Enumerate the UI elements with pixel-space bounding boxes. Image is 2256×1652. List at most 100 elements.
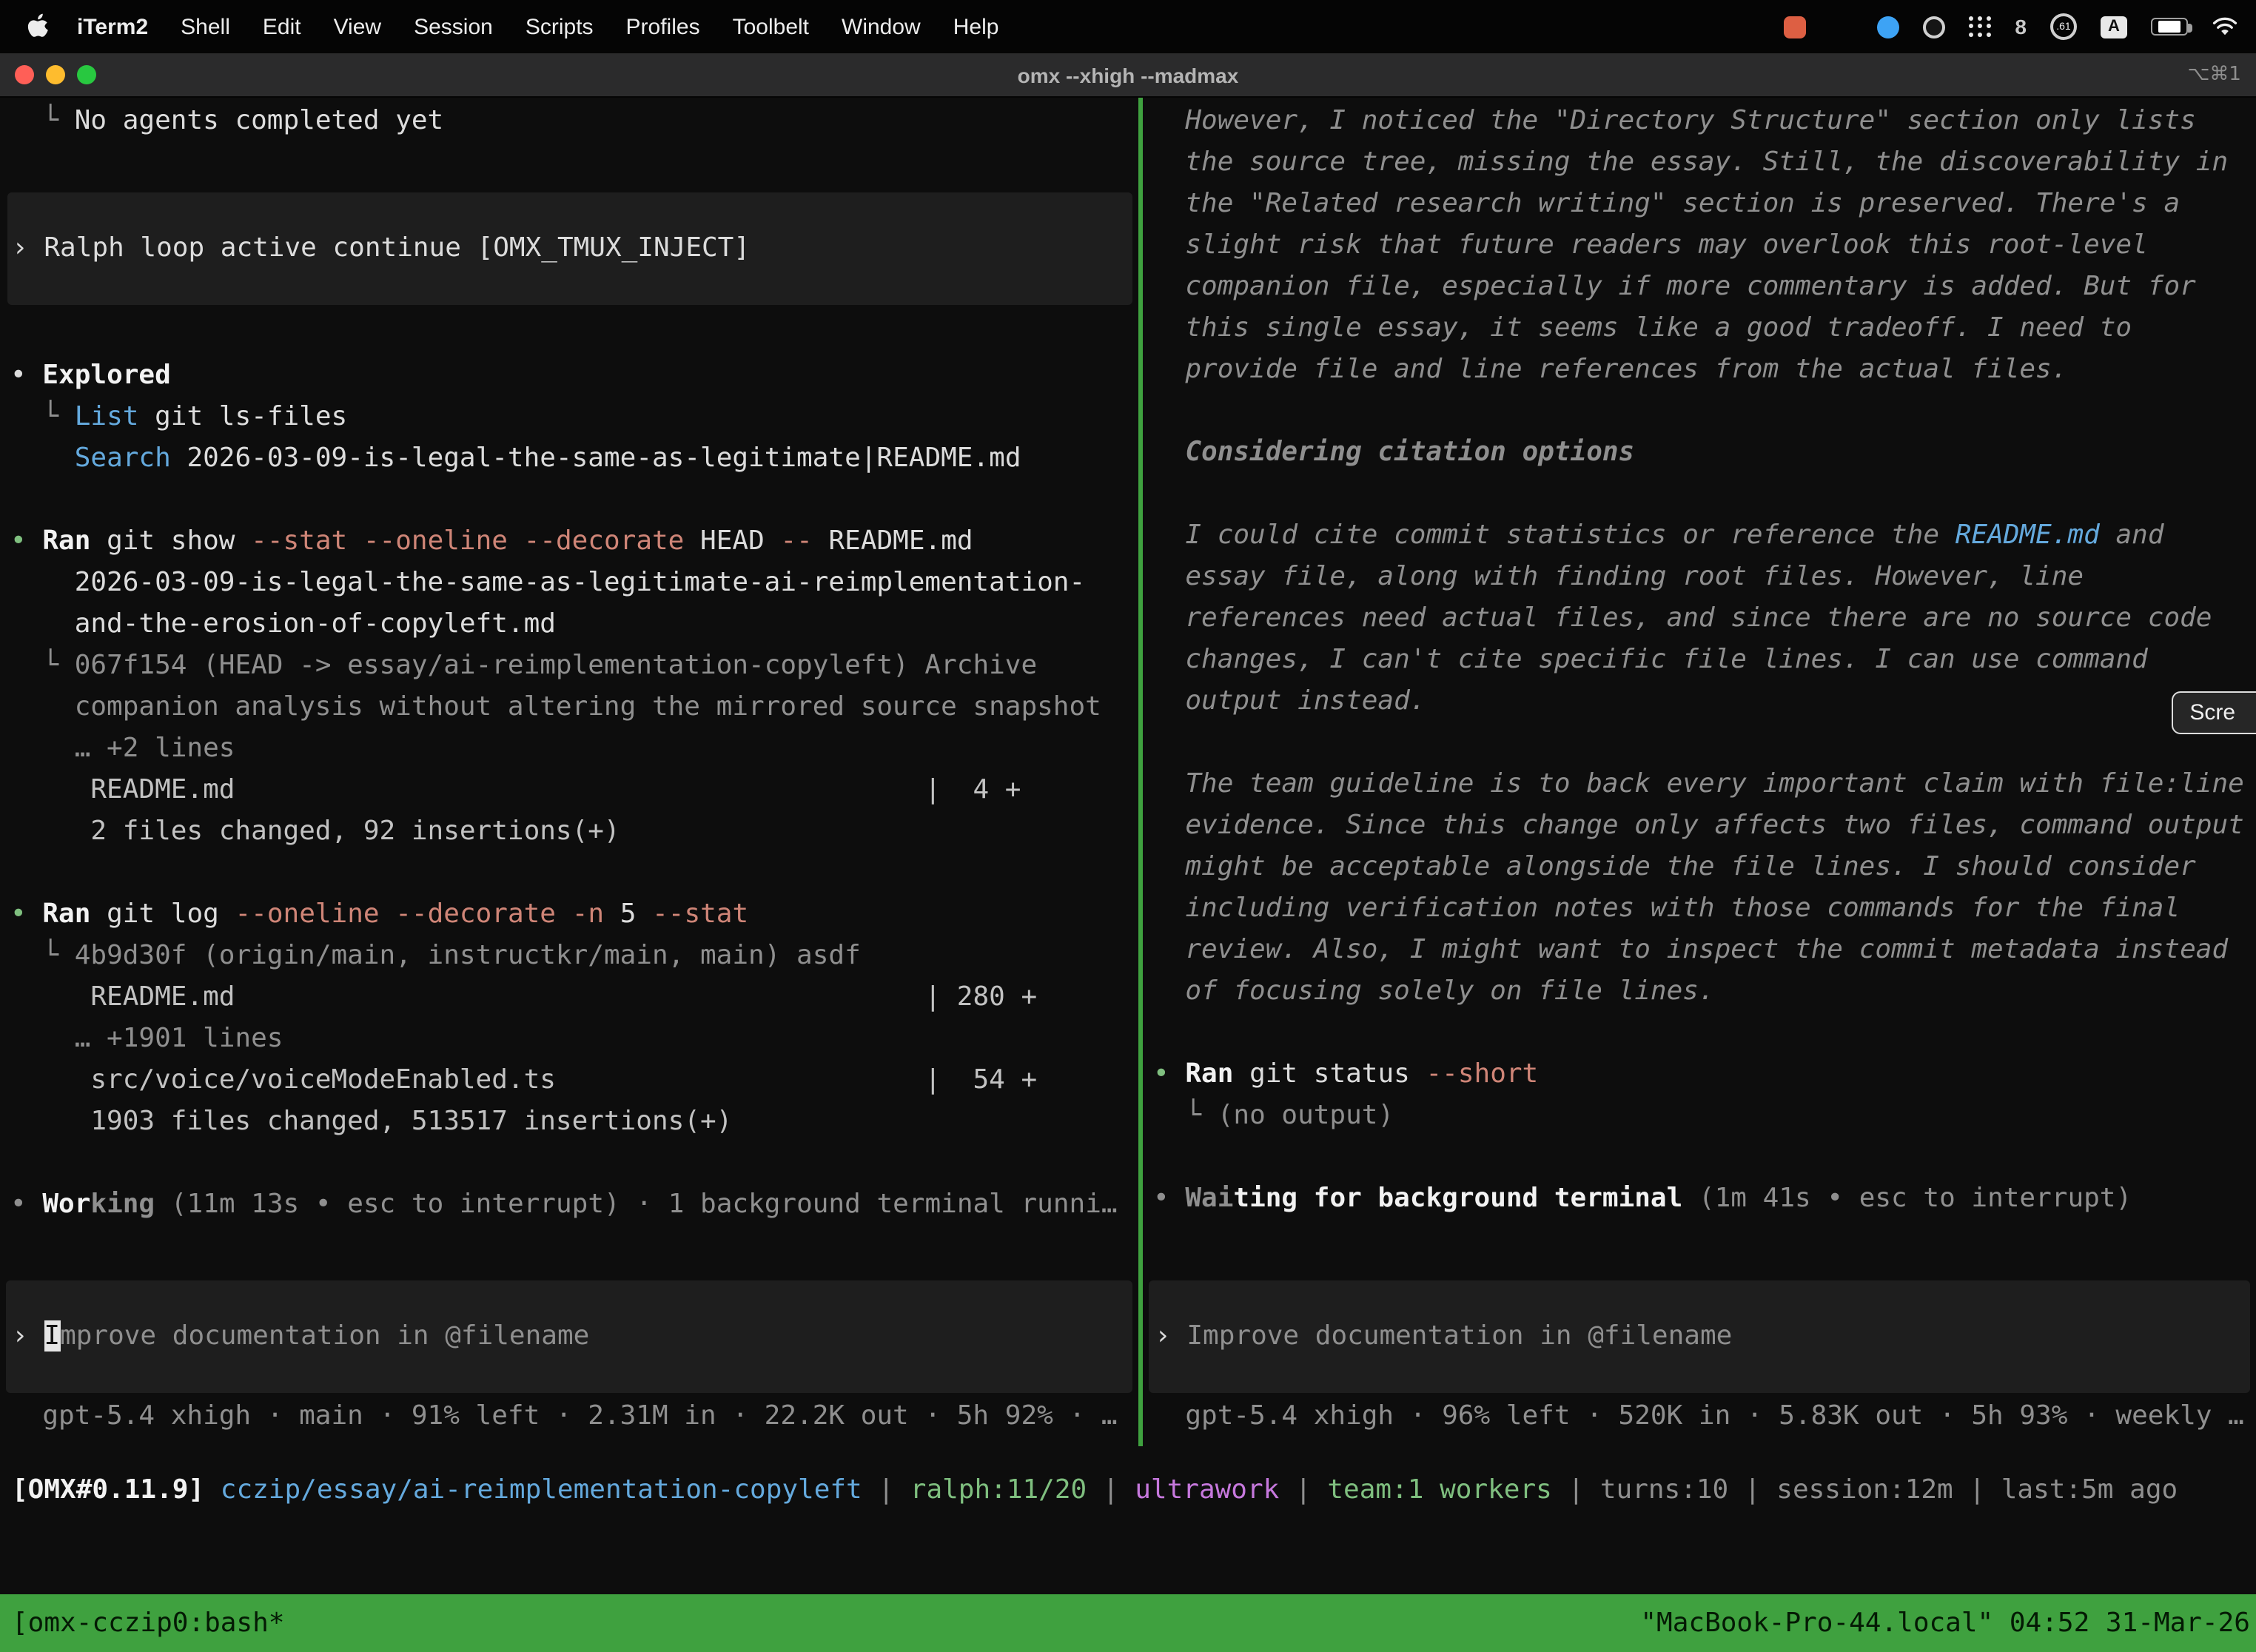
menu-app-name[interactable]: iTerm2 — [61, 14, 164, 39]
left-pane-prompt-box[interactable]: › Improve documentation in @filename — [6, 1280, 1132, 1393]
menu-session[interactable]: Session — [397, 14, 509, 39]
terminal-line: the "Related research writing" section i… — [1153, 184, 2256, 225]
terminal-segment: (no output) — [1218, 1100, 1394, 1131]
terminal-segment: Ran — [42, 899, 90, 930]
terminal-segment: essay file, along with finding root file… — [1153, 561, 2084, 592]
input-source-icon[interactable]: A — [2101, 16, 2127, 38]
terminal-segment: git show — [90, 526, 251, 557]
terminal-segment: 2026-03-09-is-legal-the-same-as-legitima… — [171, 443, 1021, 474]
window-controls — [0, 65, 96, 84]
terminal-line: • Ran git status --short — [1153, 1054, 2256, 1095]
terminal-segment: I — [44, 1320, 60, 1352]
terminal-line — [10, 314, 1138, 355]
terminal-segment: 4b9d30f (origin/main, instructkr/main, m… — [75, 940, 861, 971]
window-title: omx --xhigh --madmax — [0, 63, 2256, 87]
right-terminal-pane[interactable]: However, I noticed the "Directory Struct… — [1143, 98, 2256, 1446]
left-pane-message-box: › Ralph loop active continue [OMX_TMUX_I… — [7, 192, 1132, 305]
right-pane-scrollback: However, I noticed the "Directory Struct… — [1143, 98, 2256, 1275]
dark-app-icon[interactable] — [1923, 16, 1945, 38]
menu-profiles[interactable]: Profiles — [610, 14, 716, 39]
left-terminal-pane[interactable]: └ No agents completed yet › Ralph loop a… — [0, 98, 1138, 1446]
terminal-segment: ultrawork — [1135, 1474, 1279, 1505]
zoom-window-button[interactable] — [77, 65, 96, 84]
terminal-segment: mprove documentation in @filename — [60, 1320, 589, 1352]
window-title-bar[interactable]: omx --xhigh --madmax ⌥⌘1 — [0, 53, 2256, 98]
stat-8-icon[interactable]: 8 — [2015, 15, 2027, 38]
terminal-line: └ 067f154 (HEAD -> essay/ai-reimplementa… — [10, 645, 1138, 687]
terminal-segment: List — [75, 401, 139, 432]
terminal-line — [10, 480, 1138, 521]
terminal-segment: git status — [1233, 1058, 1426, 1089]
terminal-line: essay file, along with finding root file… — [1153, 557, 2256, 598]
menu-help[interactable]: Help — [937, 14, 1015, 39]
right-pane-prompt-box[interactable]: › Improve documentation in @filename — [1149, 1280, 2250, 1393]
terminal-segment: 2 files changed, 92 insertions(+) — [10, 816, 620, 847]
terminal-line: The team guideline is to back every impo… — [1153, 764, 2256, 805]
terminal-segment: including verification notes with those … — [1153, 893, 2180, 924]
terminal-segment: --oneline --decorate — [235, 899, 557, 930]
terminal-segment: ting for background terminal — [1233, 1183, 1682, 1214]
menu-toolbelt[interactable]: Toolbelt — [716, 14, 825, 39]
terminal-segment: the "Related research writing" section i… — [1153, 188, 2180, 219]
terminal-line: and-the-erosion-of-copyleft.md — [10, 604, 1138, 645]
app-grid-icon[interactable] — [1969, 16, 1991, 38]
gauge-icon[interactable]: .61 — [2050, 13, 2077, 40]
terminal-segment: README.md — [813, 526, 973, 557]
wifi-icon[interactable] — [2212, 16, 2238, 37]
terminal-segment: Ran — [1185, 1058, 1233, 1089]
terminal-line: I could cite commit statistics or refere… — [1153, 515, 2256, 557]
terminal-line: └ List git ls-files — [10, 397, 1138, 438]
terminal-segment: | — [862, 1474, 910, 1505]
terminal-segment: • — [10, 360, 42, 391]
window-shortcut-hint: ⌥⌘1 — [2187, 64, 2256, 86]
terminal-line: However, I noticed the "Directory Struct… — [1153, 101, 2256, 142]
terminal-segment: 5 — [604, 899, 652, 930]
terminal-line: 2 files changed, 92 insertions(+) — [10, 811, 1138, 853]
menu-view[interactable]: View — [318, 14, 398, 39]
menu-edit[interactable]: Edit — [246, 14, 318, 39]
terminal-line: output instead. — [1153, 681, 2256, 722]
terminal-segment: I could cite commit statistics or refere… — [1153, 520, 1955, 551]
terminal-line: 2026-03-09-is-legal-the-same-as-legitima… — [10, 563, 1138, 604]
terminal-segment — [235, 774, 924, 805]
terminal-segment: └ — [10, 401, 75, 432]
terminal-segment: • — [10, 526, 42, 557]
terminal-segment: • — [1153, 1183, 1185, 1214]
terminal-segment: team:1 workers — [1327, 1474, 1551, 1505]
terminal-segment: | 280 + — [924, 981, 1037, 1013]
terminal-segment: companion analysis without altering the … — [10, 691, 1101, 722]
screen-recording-icon[interactable] — [1784, 16, 1806, 38]
terminal-line: [OMX#0.11.9] cczip/essay/ai-reimplementa… — [12, 1470, 2256, 1511]
terminal-segment: gpt-5.4 xhigh · 96% left · 520K in · 5.8… — [1153, 1400, 2244, 1431]
battery-icon[interactable] — [2151, 18, 2188, 36]
terminal-segment: › — [12, 232, 44, 263]
terminal-line: • Ran git log --oneline --decorate -n 5 … — [10, 894, 1138, 936]
terminal-line — [10, 853, 1138, 894]
menu-shell[interactable]: Shell — [164, 14, 246, 39]
terminal-segment: and — [2100, 520, 2164, 551]
tmux-host-clock: "MacBook-Pro-44.local" 04:52 31-Mar-26 — [1640, 1608, 2250, 1639]
terminal-segment: turns:10 — [1600, 1474, 1728, 1505]
terminal-segment: (11m 13s • esc to interrupt) · 1 backgro… — [155, 1189, 1117, 1220]
terminal-segment: No agents completed yet — [75, 105, 444, 136]
close-window-button[interactable] — [15, 65, 34, 84]
menu-window[interactable]: Window — [825, 14, 937, 39]
window-grid-icon[interactable] — [1830, 16, 1853, 37]
menu-scripts[interactable]: Scripts — [509, 14, 610, 39]
menubar-menus: ShellEditViewSessionScriptsProfilesToolb… — [164, 14, 1015, 39]
terminal-line: └ No agents completed yet — [10, 101, 1138, 142]
omx-status-bar: [OMX#0.11.9] cczip/essay/ai-reimplementa… — [0, 1446, 2256, 1511]
terminal-line: provide file and line references from th… — [1153, 349, 2256, 391]
terminal-segment: gpt-5.4 xhigh · main · 91% left · 2.31M … — [10, 1400, 1118, 1431]
blue-app-icon[interactable] — [1877, 16, 1899, 38]
terminal-segment: └ — [10, 940, 75, 971]
terminal-segment: review. Also, I might want to inspect th… — [1153, 934, 2228, 965]
terminal-line: … +2 lines — [10, 728, 1138, 770]
terminal-line: Considering citation options — [1153, 432, 2256, 474]
right-pane-status-line: gpt-5.4 xhigh · 96% left · 520K in · 5.8… — [1143, 1396, 2256, 1446]
terminal-segment: | 4 + — [924, 774, 1021, 805]
minimize-window-button[interactable] — [46, 65, 65, 84]
apple-menu-icon[interactable] — [18, 13, 61, 40]
terminal-segment: evidence. Since this change only affects… — [1153, 810, 2244, 841]
terminal-line: 1903 files changed, 513517 insertions(+) — [10, 1101, 1138, 1143]
